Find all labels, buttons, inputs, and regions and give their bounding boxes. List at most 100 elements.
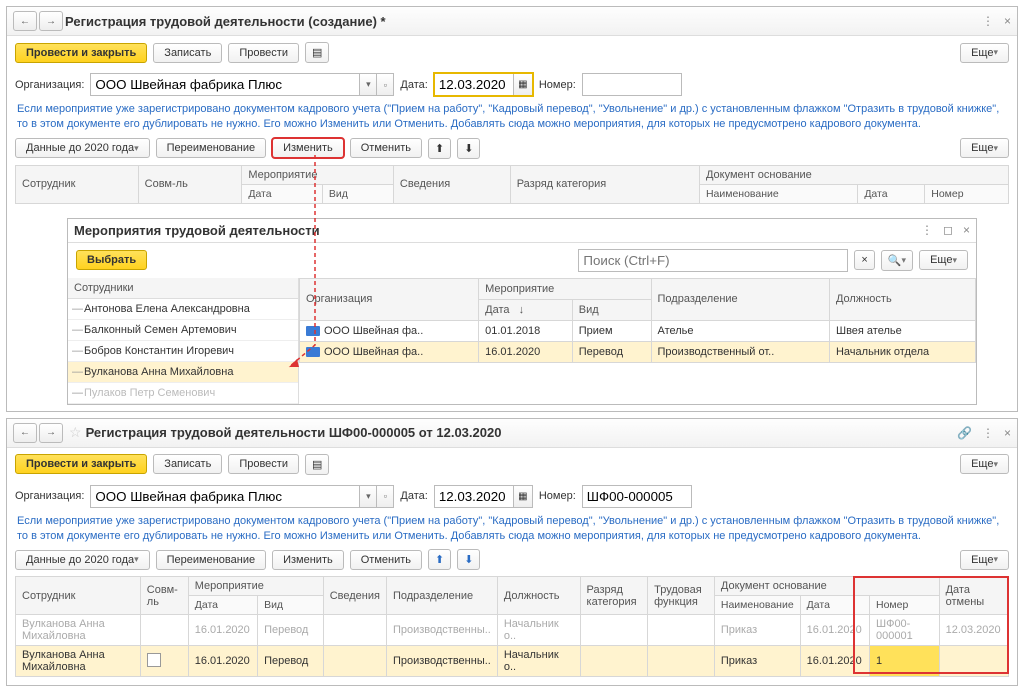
col-doc-name[interactable]: Наименование [699, 184, 857, 203]
col-dept[interactable]: Подразделение [651, 278, 829, 320]
col-info[interactable]: Сведения [323, 577, 386, 615]
col-org[interactable]: Организация [300, 278, 479, 320]
save-button[interactable]: Записать [153, 43, 222, 63]
post-close-button[interactable]: Провести и закрыть [15, 43, 147, 63]
col-info[interactable]: Сведения [393, 165, 510, 203]
post-button[interactable]: Провести [228, 454, 299, 474]
nested-restore-icon[interactable]: ◻ [943, 223, 953, 237]
table-row-selected[interactable]: ООО Швейная фа.. 16.01.2020 Перевод Прои… [300, 341, 976, 362]
col-kind[interactable]: Вид [322, 184, 393, 203]
list-item[interactable]: Балконный Семен Артемович [68, 320, 298, 341]
cancel-button[interactable]: Отменить [350, 550, 422, 570]
nested-close-icon[interactable]: × [963, 223, 970, 237]
col-doc-num[interactable]: Номер [925, 184, 1009, 203]
org-open-icon[interactable]: ▫ [377, 73, 394, 96]
col-doc-num[interactable]: Номер [870, 596, 940, 615]
calendar-icon[interactable]: ▦ [513, 485, 533, 508]
table-row[interactable]: ООО Швейная фа.. 01.01.2018 Прием Ателье… [300, 320, 976, 341]
list-item[interactable]: Пулаков Петр Семенович [68, 383, 298, 404]
search-button[interactable]: 🔍 [881, 250, 913, 271]
choose-button[interactable]: Выбрать [76, 250, 147, 270]
more-button-2[interactable]: Еще [960, 138, 1009, 158]
col-pos[interactable]: Должность [829, 278, 975, 320]
col-date[interactable]: Дата [242, 184, 323, 203]
nav-forward-button[interactable]: → [39, 423, 63, 443]
post-button[interactable]: Провести [228, 43, 299, 63]
col-employee[interactable]: Сотрудник [16, 165, 139, 203]
data-before-button[interactable]: Данные до 2020 года [15, 138, 150, 158]
sovm-checkbox[interactable] [147, 653, 161, 667]
col-rank[interactable]: Разряд категория [580, 577, 648, 615]
calendar-icon[interactable]: ▦ [513, 73, 533, 96]
nested-menu-icon[interactable]: ⋮ [921, 223, 933, 237]
link-icon[interactable]: 🔗 [957, 426, 972, 440]
move-down-button[interactable]: ⬇ [457, 549, 480, 570]
org-dropdown-icon[interactable]: ▾ [360, 73, 377, 96]
more-button-2[interactable]: Еще [960, 550, 1009, 570]
col-event[interactable]: Мероприятие [479, 278, 651, 299]
report-icon-button[interactable]: ▤ [305, 42, 329, 63]
move-up-button[interactable]: ⬆ [428, 138, 451, 159]
post-close-button[interactable]: Провести и закрыть [15, 454, 147, 474]
report-icon-button[interactable]: ▤ [305, 454, 329, 475]
org-dropdown-icon[interactable]: ▾ [360, 485, 377, 508]
save-button[interactable]: Записать [153, 454, 222, 474]
move-up-button[interactable]: ⬆ [428, 549, 451, 570]
list-item[interactable]: Антонова Елена Александровна [68, 299, 298, 320]
org-open-icon[interactable]: ▫ [377, 485, 394, 508]
col-date2[interactable]: Дата ↓ [479, 299, 573, 320]
clear-search-button[interactable]: × [854, 250, 874, 270]
col-rank[interactable]: Разряд категория [510, 165, 699, 203]
col-cancel-date[interactable]: Дата отмены [939, 577, 1008, 615]
col-employee[interactable]: Сотрудник [16, 577, 141, 615]
col-dept[interactable]: Подразделение [386, 577, 497, 615]
more-button[interactable]: Еще [960, 43, 1009, 63]
close-icon[interactable]: × [1004, 426, 1011, 440]
favorite-star-icon[interactable]: ☆ [69, 424, 82, 441]
nav-back-button[interactable]: ← [13, 423, 37, 443]
window-title: Регистрация трудовой деятельности ШФ00-0… [86, 425, 957, 440]
table-row[interactable]: Вулканова Анна Михайловна 16.01.2020Пере… [16, 615, 1009, 646]
change-button[interactable]: Изменить [272, 550, 344, 570]
menu-dots-icon[interactable]: ⋮ [982, 426, 994, 440]
date-input[interactable] [434, 485, 513, 508]
col-doc-date[interactable]: Дата [858, 184, 925, 203]
col-event[interactable]: Мероприятие [242, 165, 394, 184]
col-pos[interactable]: Должность [497, 577, 580, 615]
col-sovm[interactable]: Совм-ль [138, 165, 242, 203]
col-kind2[interactable]: Вид [572, 299, 651, 320]
col-kind[interactable]: Вид [258, 596, 324, 615]
search-input[interactable] [578, 249, 848, 272]
col-sovm[interactable]: Совм-ль [140, 577, 188, 615]
change-button[interactable]: Изменить [272, 138, 344, 158]
col-date[interactable]: Дата [188, 596, 257, 615]
col-doc-name[interactable]: Наименование [714, 596, 800, 615]
nested-dialog: Мероприятия трудовой деятельности ⋮ ◻ × … [67, 218, 977, 405]
info-text: Если мероприятие уже зарегистрировано до… [7, 512, 1017, 550]
date-input[interactable] [434, 73, 513, 96]
table-row-active[interactable]: Вулканова Анна Михайловна 16.01.2020Пере… [16, 646, 1009, 677]
rename-button[interactable]: Переименование [156, 138, 266, 158]
close-icon[interactable]: × [1004, 14, 1011, 28]
number-input[interactable] [582, 485, 692, 508]
col-doc[interactable]: Документ основание [714, 577, 939, 596]
move-down-button[interactable]: ⬇ [457, 138, 480, 159]
col-doc[interactable]: Документ основание [699, 165, 1008, 184]
nav-back-button[interactable]: ← [13, 11, 37, 31]
data-before-button[interactable]: Данные до 2020 года [15, 550, 150, 570]
menu-dots-icon[interactable]: ⋮ [982, 14, 994, 28]
org-input[interactable] [90, 485, 360, 508]
col-event[interactable]: Мероприятие [188, 577, 323, 596]
cancel-button[interactable]: Отменить [350, 138, 422, 158]
more-button[interactable]: Еще [960, 454, 1009, 474]
col-doc-date[interactable]: Дата [800, 596, 869, 615]
org-badge-icon [306, 347, 320, 357]
col-func[interactable]: Трудовая функция [648, 577, 715, 615]
list-item-selected[interactable]: Вулканова Анна Михайловна [68, 362, 298, 383]
number-input[interactable] [582, 73, 682, 96]
nested-more-button[interactable]: Еще [919, 250, 968, 270]
org-input[interactable] [90, 73, 360, 96]
list-item[interactable]: Бобров Константин Игоревич [68, 341, 298, 362]
nav-forward-button[interactable]: → [39, 11, 63, 31]
rename-button[interactable]: Переименование [156, 550, 266, 570]
